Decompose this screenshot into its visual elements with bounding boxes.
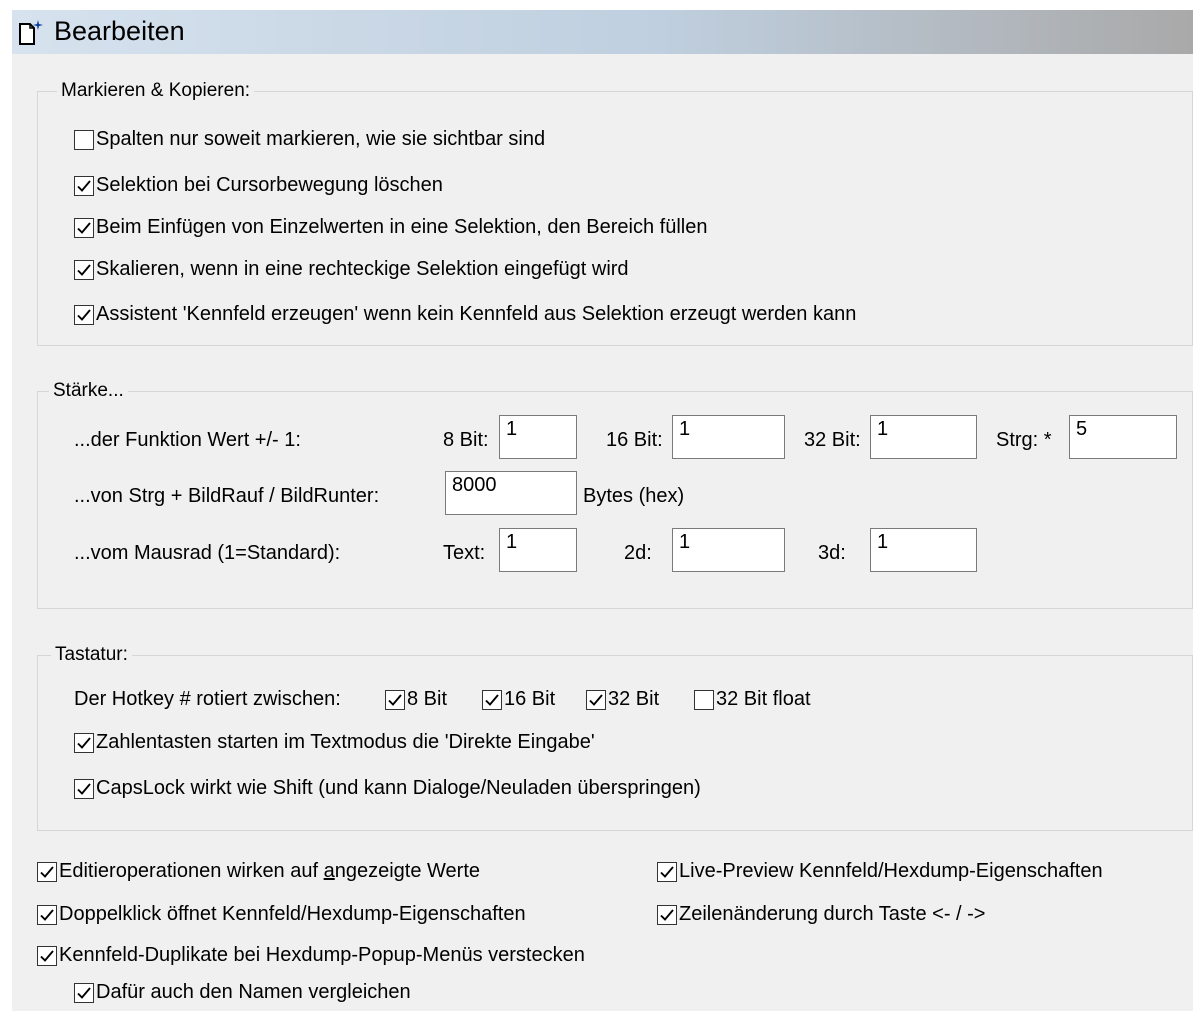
bildrauf-label: ...von Strg + BildRauf / BildRunter:	[74, 485, 380, 507]
checkbox-hotkey-32bit-float[interactable]: 32 Bit float	[694, 688, 811, 711]
bildrauf-field[interactable]: 8000	[445, 471, 577, 515]
checkbox-label: Zeilenänderung durch Taste <- / ->	[679, 903, 986, 925]
checkbox-label: Doppelklick öffnet Kennfeld/Hexdump-Eige…	[59, 903, 526, 925]
mausrad-text-field[interactable]: 1	[499, 528, 577, 572]
checkbox-label: Dafür auch den Namen vergleichen	[96, 981, 411, 1003]
checkbox-box[interactable]	[37, 861, 57, 882]
group-markieren-legend: Markieren & Kopieren:	[57, 80, 255, 102]
access-key: a	[323, 860, 335, 882]
checkbox-label: Beim Einfügen von Einzelwerten in eine S…	[96, 216, 708, 238]
checkbox-hotkey-32bit[interactable]: 32 Bit	[586, 688, 659, 711]
checkbox-box[interactable]	[74, 304, 94, 325]
checkbox-box[interactable]	[74, 778, 94, 799]
checkbox-box[interactable]	[74, 982, 94, 1003]
checkbox-label: Kennfeld-Duplikate bei Hexdump-Popup-Men…	[59, 944, 585, 966]
checkbox-capslock[interactable]: CapsLock wirkt wie Shift (und kann Dialo…	[74, 777, 701, 800]
strg-label: Strg: *	[996, 429, 1052, 451]
section-header: Bearbeiten	[12, 10, 1193, 54]
checkbox-label: 32 Bit	[608, 688, 660, 710]
checkbox-assistent-kennfeld[interactable]: Assistent 'Kennfeld erzeugen' wenn kein …	[74, 303, 856, 326]
checkbox-box[interactable]	[657, 861, 677, 882]
checkbox-label: Assistent 'Kennfeld erzeugen' wenn kein …	[96, 303, 857, 325]
bit32-label: 32 Bit:	[804, 429, 861, 451]
checkbox-kennfeld-duplikate[interactable]: Kennfeld-Duplikate bei Hexdump-Popup-Men…	[37, 944, 585, 967]
checkbox-label: Spalten nur soweit markieren, wie sie si…	[96, 128, 546, 150]
strg-field[interactable]: 5	[1069, 415, 1177, 459]
checkbox-hotkey-8bit[interactable]: 8 Bit	[385, 688, 447, 711]
checkbox-label: 8 Bit	[407, 688, 448, 710]
mausrad-3d-field[interactable]: 1	[870, 528, 977, 572]
checkbox-label: 32 Bit float	[716, 688, 811, 710]
section-title: Bearbeiten	[54, 16, 185, 46]
checkbox-box[interactable]	[586, 689, 606, 710]
bit8-label: 8 Bit:	[443, 429, 489, 451]
checkbox-box[interactable]	[74, 175, 94, 196]
mausrad-3d-label: 3d:	[818, 542, 846, 564]
mausrad-2d-field[interactable]: 1	[672, 528, 785, 572]
checkbox-box[interactable]	[74, 732, 94, 753]
bytes-hex-label: Bytes (hex)	[583, 485, 685, 507]
bit16-field[interactable]: 1	[672, 415, 785, 459]
checkbox-bereich-fuellen[interactable]: Beim Einfügen von Einzelwerten in eine S…	[74, 216, 707, 239]
checkbox-box[interactable]	[385, 689, 405, 710]
checkbox-live-preview[interactable]: Live-Preview Kennfeld/Hexdump-Eigenschaf…	[657, 860, 1103, 883]
funktion-wert-label: ...der Funktion Wert +/- 1:	[74, 429, 301, 451]
mausrad-text-label: Text:	[443, 542, 486, 564]
group-staerke-legend: Stärke...	[49, 380, 128, 402]
checkbox-label: 16 Bit	[504, 688, 556, 710]
checkbox-spalten-sichtbar[interactable]: Spalten nur soweit markieren, wie sie si…	[74, 128, 545, 151]
checkbox-label: Skalieren, wenn in eine rechteckige Sele…	[96, 258, 629, 280]
hotkey-label: Der Hotkey # rotiert zwischen:	[74, 688, 341, 710]
checkbox-selektion-loeschen[interactable]: Selektion bei Cursorbewegung löschen	[74, 174, 443, 197]
checkbox-box[interactable]	[74, 129, 94, 150]
checkbox-label: Zahlentasten starten im Textmodus die 'D…	[96, 731, 595, 753]
checkbox-label: Selektion bei Cursorbewegung löschen	[96, 174, 443, 196]
checkbox-label: Live-Preview Kennfeld/Hexdump-Eigenschaf…	[679, 860, 1103, 882]
mausrad-2d-label: 2d:	[624, 542, 652, 564]
checkbox-box[interactable]	[657, 904, 677, 925]
bit32-field[interactable]: 1	[870, 415, 977, 459]
checkbox-box[interactable]	[37, 945, 57, 966]
checkbox-editieroperationen[interactable]: Editieroperationen wirken auf angezeigte…	[37, 860, 480, 883]
checkbox-hotkey-16bit[interactable]: 16 Bit	[482, 688, 555, 711]
checkbox-label: CapsLock wirkt wie Shift (und kann Dialo…	[96, 777, 701, 799]
checkbox-box[interactable]	[694, 689, 714, 710]
bit8-field[interactable]: 1	[499, 415, 577, 459]
checkbox-box[interactable]	[482, 689, 502, 710]
checkbox-box[interactable]	[74, 259, 94, 280]
new-document-icon	[19, 20, 43, 45]
checkbox-namen-vergleichen[interactable]: Dafür auch den Namen vergleichen	[74, 981, 411, 1004]
mausrad-label: ...vom Mausrad (1=Standard):	[74, 542, 341, 564]
checkbox-zeilenaenderung[interactable]: Zeilenänderung durch Taste <- / ->	[657, 903, 985, 926]
checkbox-doppelklick[interactable]: Doppelklick öffnet Kennfeld/Hexdump-Eige…	[37, 903, 526, 926]
group-tastatur-legend: Tastatur:	[51, 644, 132, 666]
checkbox-label: Editieroperationen wirken auf angezeigte…	[59, 860, 481, 882]
checkbox-box[interactable]	[74, 217, 94, 238]
checkbox-box[interactable]	[37, 904, 57, 925]
bit16-label: 16 Bit:	[606, 429, 663, 451]
checkbox-zahlentasten[interactable]: Zahlentasten starten im Textmodus die 'D…	[74, 731, 595, 754]
checkbox-skalieren[interactable]: Skalieren, wenn in eine rechteckige Sele…	[74, 258, 629, 281]
